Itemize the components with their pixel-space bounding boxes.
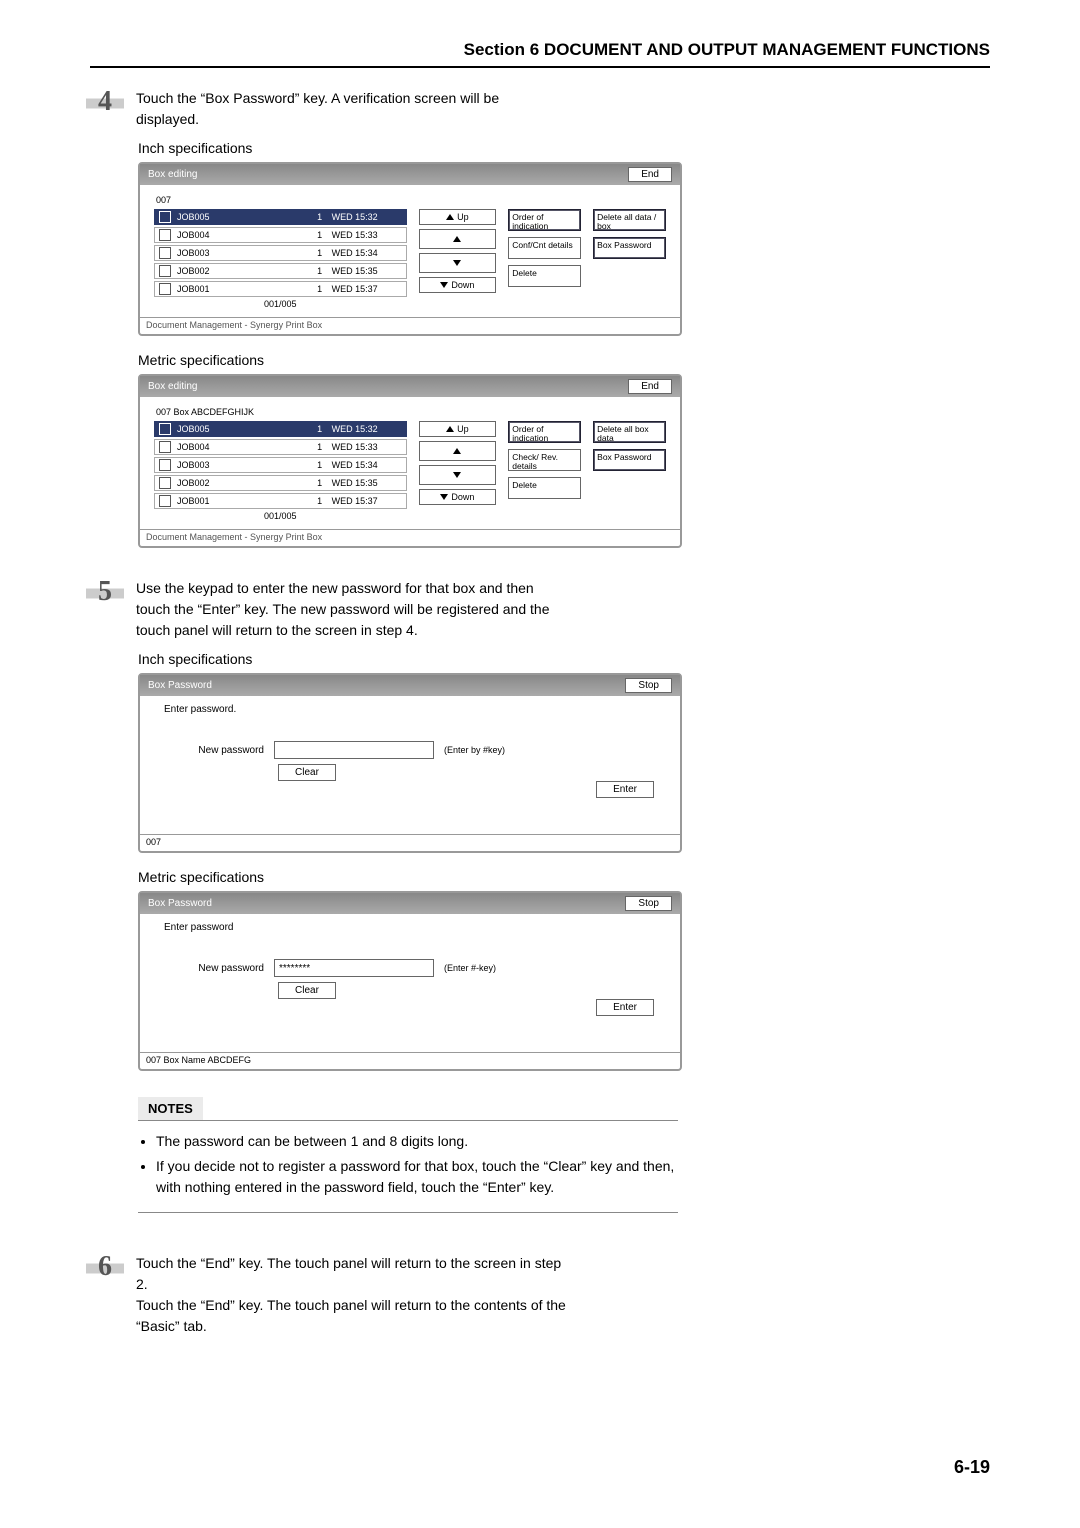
note-item: The password can be between 1 and 8 digi… bbox=[156, 1131, 678, 1152]
box-password-button[interactable]: Box Password bbox=[593, 449, 666, 471]
scroll-down-button[interactable] bbox=[419, 465, 497, 485]
step-6-text: Touch the “End” key. The touch panel wil… bbox=[136, 1253, 566, 1337]
inch-spec-label: Inch specifications bbox=[138, 140, 990, 156]
section-header: Section 6 DOCUMENT AND OUTPUT MANAGEMENT… bbox=[90, 40, 990, 68]
new-password-field[interactable] bbox=[274, 741, 434, 759]
step-5-number: 5 bbox=[90, 578, 120, 606]
new-password-label: New password bbox=[164, 963, 264, 974]
enter-key-note: (Enter by #key) bbox=[444, 745, 505, 755]
panel-footer: 007 Box Name ABCDEFG bbox=[140, 1052, 680, 1069]
check-rev-details-button[interactable]: Check/ Rev. details bbox=[508, 449, 581, 471]
page-number: 6-19 bbox=[90, 1457, 990, 1478]
enter-button[interactable]: Enter bbox=[596, 781, 654, 798]
box-editing-panel-inch: Box editing End 007 JOB0051WED 15:32 JOB… bbox=[138, 162, 682, 336]
box-editing-panel-metric: Box editing End 007 Box ABCDEFGHIJK JOB0… bbox=[138, 374, 682, 548]
enter-button[interactable]: Enter bbox=[596, 999, 654, 1016]
hint-text: Enter password. bbox=[164, 704, 664, 715]
metric-spec-label: Metric specifications bbox=[138, 869, 990, 885]
triangle-down-icon bbox=[440, 282, 448, 288]
box-password-panel-inch: Box Password Stop Enter password. New pa… bbox=[138, 673, 682, 853]
panel-title: Box Password bbox=[148, 898, 212, 909]
job-row[interactable]: JOB0021WED 15:35 bbox=[154, 475, 407, 491]
stop-button[interactable]: Stop bbox=[625, 678, 672, 693]
box-id: 007 Box ABCDEFGHIJK bbox=[154, 407, 407, 417]
end-button[interactable]: End bbox=[628, 167, 672, 182]
job-row[interactable]: JOB0031WED 15:34 bbox=[154, 245, 407, 261]
scroll-up-button[interactable] bbox=[419, 229, 497, 249]
job-row[interactable]: JOB0051WED 15:32 bbox=[154, 209, 407, 225]
up-button[interactable]: Up bbox=[419, 209, 497, 225]
delete-all-button[interactable]: Delete all data / box bbox=[593, 209, 666, 231]
end-button[interactable]: End bbox=[628, 379, 672, 394]
enter-key-note: (Enter #-key) bbox=[444, 963, 496, 973]
box-id: 007 bbox=[154, 195, 407, 205]
notes-box: NOTES The password can be between 1 and … bbox=[138, 1097, 678, 1213]
notes-heading: NOTES bbox=[138, 1097, 203, 1120]
clear-button[interactable]: Clear bbox=[278, 982, 336, 999]
job-row[interactable]: JOB0021WED 15:35 bbox=[154, 263, 407, 279]
panel-footer: Document Management - Synergy Print Box bbox=[140, 529, 680, 546]
job-counter: 001/005 bbox=[154, 511, 407, 521]
order-indication-button[interactable]: Order of indication bbox=[508, 421, 581, 443]
metric-spec-label: Metric specifications bbox=[138, 352, 990, 368]
down-button[interactable]: Down bbox=[419, 489, 497, 505]
new-password-label: New password bbox=[164, 745, 264, 756]
down-button[interactable]: Down bbox=[419, 277, 497, 293]
step-4-number: 4 bbox=[90, 88, 120, 116]
inch-spec-label: Inch specifications bbox=[138, 651, 990, 667]
scroll-up-button[interactable] bbox=[419, 441, 497, 461]
job-row[interactable]: JOB0011WED 15:37 bbox=[154, 493, 407, 509]
panel-footer: Document Management - Synergy Print Box bbox=[140, 317, 680, 334]
delete-button[interactable]: Delete bbox=[508, 477, 581, 499]
step-5-text: Use the keypad to enter the new password… bbox=[136, 578, 566, 641]
note-item: If you decide not to register a password… bbox=[156, 1156, 678, 1198]
panel-title: Box editing bbox=[148, 381, 197, 392]
box-password-button[interactable]: Box Password bbox=[593, 237, 666, 259]
up-button[interactable]: Up bbox=[419, 421, 497, 437]
job-row[interactable]: JOB0031WED 15:34 bbox=[154, 457, 407, 473]
panel-footer: 007 bbox=[140, 834, 680, 851]
new-password-field[interactable]: ******** bbox=[274, 959, 434, 977]
clear-button[interactable]: Clear bbox=[278, 764, 336, 781]
conf-details-button[interactable]: Conf/Cnt details bbox=[508, 237, 581, 259]
stop-button[interactable]: Stop bbox=[625, 896, 672, 911]
step-6-number: 6 bbox=[90, 1253, 120, 1281]
triangle-up-icon bbox=[446, 214, 454, 220]
job-row[interactable]: JOB0051WED 15:32 bbox=[154, 421, 407, 437]
box-password-panel-metric: Box Password Stop Enter password New pas… bbox=[138, 891, 682, 1071]
job-counter: 001/005 bbox=[154, 299, 407, 309]
order-indication-button[interactable]: Order of indication bbox=[508, 209, 581, 231]
job-row[interactable]: JOB0041WED 15:33 bbox=[154, 227, 407, 243]
job-row[interactable]: JOB0011WED 15:37 bbox=[154, 281, 407, 297]
scroll-down-button[interactable] bbox=[419, 253, 497, 273]
delete-all-button[interactable]: Delete all box data bbox=[593, 421, 666, 443]
delete-button[interactable]: Delete bbox=[508, 265, 581, 287]
panel-title: Box editing bbox=[148, 169, 197, 180]
job-row[interactable]: JOB0041WED 15:33 bbox=[154, 439, 407, 455]
step-4-text: Touch the “Box Password” key. A verifica… bbox=[136, 88, 566, 130]
hint-text: Enter password bbox=[164, 922, 664, 933]
panel-title: Box Password bbox=[148, 680, 212, 691]
